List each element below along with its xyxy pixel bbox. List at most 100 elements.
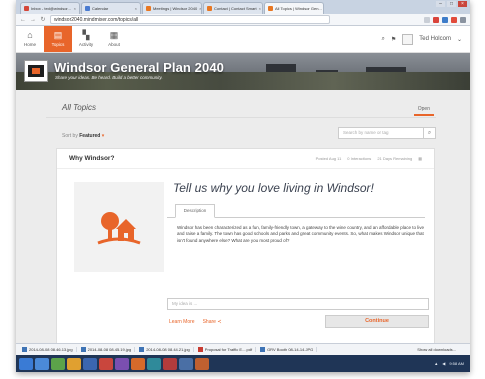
browser-tab[interactable]: Inbox - ted@windsor... × xyxy=(20,2,80,14)
browser-tab[interactable]: Calendar × xyxy=(81,2,141,14)
tab-description[interactable]: Description xyxy=(175,204,215,218)
browser-window: Inbox - ted@windsor... × Calendar × Meetin… xyxy=(16,0,470,372)
maximize-icon[interactable]: □ xyxy=(447,1,456,7)
learn-more-link[interactable]: Learn More xyxy=(169,319,195,325)
downloads-bar: 2014-08-08 08.46.13.jpg 2014-08-08 08.45… xyxy=(16,343,470,355)
search-icon[interactable]: ⌕ xyxy=(382,36,385,43)
download-item[interactable]: 2014-08-08 08.45.19.jpg xyxy=(80,347,136,352)
mindmixer-favicon-icon xyxy=(268,6,273,11)
taskbar-app-icon[interactable] xyxy=(147,357,161,370)
download-item[interactable]: Proposal for Traffic E....pdf xyxy=(197,347,257,352)
forward-icon[interactable]: → xyxy=(30,17,36,23)
tab-open[interactable]: Open xyxy=(413,104,434,116)
minimize-icon[interactable]: – xyxy=(436,1,445,7)
taskbar-app-icon[interactable] xyxy=(35,357,49,370)
topic-meta: Posted Aug 11 0 Interactions 21 Days Rem… xyxy=(316,156,422,161)
continue-button[interactable]: Continue xyxy=(325,315,429,328)
topic-card: Why Windsor? Posted Aug 11 0 Interaction… xyxy=(56,148,435,358)
share-icon: ≺ xyxy=(217,319,222,325)
page-title: All Topics xyxy=(62,103,96,112)
posted-date: Posted Aug 11 xyxy=(315,156,342,161)
download-item[interactable]: GRV Booth 08-14-14.JPG xyxy=(260,347,318,352)
topics-icon: ▤ xyxy=(53,30,63,40)
home-icon: ⌂ xyxy=(27,30,33,40)
taskbar-app-icon[interactable] xyxy=(51,357,65,370)
close-tab-icon[interactable]: × xyxy=(259,3,261,14)
logo-mark-icon xyxy=(28,65,44,77)
topic-description: Windsor has been characterized as a fun,… xyxy=(177,225,424,243)
network-icon[interactable]: ▲ xyxy=(434,361,438,366)
browser-tab-active[interactable]: All Topics | Windsor Gen...× xyxy=(264,2,324,14)
extension-icons xyxy=(424,16,466,23)
window-close-icon[interactable]: × xyxy=(458,1,467,7)
activity-icon: ▚ xyxy=(82,30,90,40)
nav-about[interactable]: ▦ About xyxy=(100,26,128,52)
user-name[interactable]: Ted Holcom xyxy=(419,36,451,42)
taskbar-app-icon[interactable] xyxy=(163,357,177,370)
taskbar-app-icon[interactable] xyxy=(131,357,145,370)
extension-icon[interactable] xyxy=(433,16,439,23)
browser-tab[interactable]: Meetings | Windsor 2040 × xyxy=(142,2,202,14)
gmail-favicon-icon xyxy=(24,6,29,11)
download-item[interactable]: 2014-08-08 08.44.21.jpg xyxy=(139,347,194,352)
browser-tab[interactable]: Contact | Contact Smart × xyxy=(203,2,263,14)
nav-activity[interactable]: ▚ Activity xyxy=(72,26,100,52)
extension-icon[interactable] xyxy=(442,16,448,23)
notifications-icon[interactable]: ⚑ xyxy=(391,36,396,43)
nav-topics[interactable]: ▤ Topics xyxy=(44,26,72,52)
image-file-icon xyxy=(80,347,86,352)
topic-illustration xyxy=(74,182,164,272)
site-favicon-icon xyxy=(146,6,151,11)
about-icon: ▦ xyxy=(109,30,119,40)
topic-question[interactable]: Why Windsor? xyxy=(69,155,114,162)
taskbar-app-icon[interactable] xyxy=(99,357,113,370)
banner-title: Windsor General Plan 2040 xyxy=(54,60,225,75)
banner-tagline: Share your ideas. Be heard. Build a bett… xyxy=(55,75,163,80)
show-all-downloads-link[interactable]: Show all downloads... xyxy=(417,347,470,352)
avatar[interactable] xyxy=(402,33,414,45)
close-tab-icon[interactable]: × xyxy=(74,3,76,14)
image-file-icon xyxy=(22,347,27,352)
site-favicon-icon xyxy=(207,6,212,11)
clock[interactable]: 9:58 AM xyxy=(449,361,464,366)
chevron-down-icon[interactable]: ⌄ xyxy=(457,36,462,43)
image-file-icon xyxy=(260,347,266,352)
close-tab-icon[interactable]: × xyxy=(135,3,137,14)
taskbar-app-icon[interactable] xyxy=(67,357,81,370)
taskbar-app-icon[interactable] xyxy=(179,357,193,370)
browser-tab-strip: Inbox - ted@windsor... × Calendar × Meetin… xyxy=(16,0,470,14)
search-icon[interactable]: ⌕ xyxy=(423,128,435,138)
houses-tree-icon xyxy=(97,212,141,245)
os-taskbar: ▲ ◀ 9:58 AM xyxy=(16,355,470,372)
taskbar-app-icon[interactable] xyxy=(115,357,129,370)
menu-icon[interactable] xyxy=(460,16,466,23)
calendar-favicon-icon xyxy=(85,6,90,11)
calendar-icon: ▦ xyxy=(418,156,422,161)
days-remaining: 21 Days Remaining xyxy=(377,156,413,161)
divider xyxy=(46,117,436,118)
topic-card-header: Why Windsor? Posted Aug 11 0 Interaction… xyxy=(57,149,434,169)
windsor-logo[interactable] xyxy=(24,60,48,82)
volume-icon[interactable]: ◀ xyxy=(442,361,445,366)
back-icon[interactable]: ← xyxy=(20,17,26,23)
reload-icon[interactable]: ↻ xyxy=(40,16,46,23)
system-tray: ▲ ◀ 9:58 AM xyxy=(434,361,470,366)
close-tab-icon[interactable]: × xyxy=(199,3,201,14)
nav-home[interactable]: ⌂ Home xyxy=(16,26,44,52)
sort-value: Featured xyxy=(79,133,101,139)
bookmark-star-icon[interactable] xyxy=(424,16,430,23)
site-header: ⌂ Home ▤ Topics ▚ Activity ▦ About ⌕ ⚑ T… xyxy=(16,26,470,53)
taskbar-app-icon[interactable] xyxy=(83,357,97,370)
idea-input[interactable]: My idea is ... xyxy=(167,298,429,310)
search-input[interactable]: Search by name or tag ⌕ xyxy=(338,127,436,139)
download-item[interactable]: 2014-08-08 08.46.13.jpg xyxy=(22,347,77,352)
taskbar-app-icon[interactable] xyxy=(195,357,209,370)
url-input[interactable]: windsor2040.mindmixer.com/topics/all xyxy=(50,15,330,24)
chevron-down-icon: ▾ xyxy=(101,133,105,139)
sort-control[interactable]: Sort by Featured ▾ xyxy=(62,133,104,139)
extension-icon[interactable] xyxy=(451,16,457,23)
share-link[interactable]: Share ≺ xyxy=(203,319,222,325)
window-controls: – □ × xyxy=(436,1,467,7)
start-button-icon[interactable] xyxy=(19,357,33,370)
topic-links: Learn More Share ≺ xyxy=(169,319,222,325)
